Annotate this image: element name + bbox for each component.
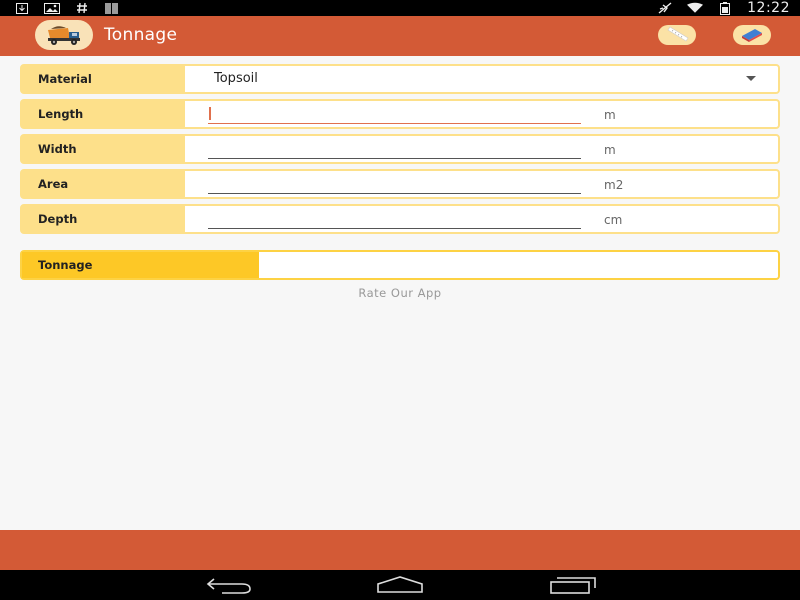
width-unit: m	[604, 143, 616, 157]
dropdown-arrow-icon	[746, 76, 756, 81]
calculator-form: Material Topsoil Length m Width m Area m…	[20, 64, 780, 285]
navigation-bar	[0, 570, 800, 600]
tonnage-label: Tonnage	[22, 252, 259, 278]
width-input[interactable]	[208, 141, 581, 159]
recent-apps-icon[interactable]	[549, 576, 597, 594]
area-unit: m2	[604, 178, 624, 192]
rate-app-link[interactable]: Rate Our App	[0, 286, 800, 300]
hash-icon	[74, 2, 90, 14]
back-icon[interactable]	[206, 576, 252, 594]
material-value: Topsoil	[214, 71, 258, 86]
text-cursor	[209, 107, 211, 120]
download-icon	[14, 2, 30, 14]
home-icon[interactable]	[376, 576, 424, 594]
dump-truck-icon	[35, 20, 93, 50]
depth-row: Depth cm	[20, 204, 780, 234]
status-time: 12:22	[747, 0, 790, 16]
barcode-icon	[104, 2, 120, 14]
eraser-icon[interactable]	[733, 25, 771, 45]
length-row: Length m	[20, 99, 780, 129]
bottom-bar	[0, 530, 800, 570]
length-label: Length	[22, 101, 185, 127]
depth-input[interactable]	[208, 211, 581, 229]
area-label: Area	[22, 171, 185, 197]
width-label: Width	[22, 136, 185, 162]
material-select[interactable]: Topsoil	[185, 66, 778, 92]
length-unit: m	[604, 108, 616, 122]
ruler-icon[interactable]	[658, 25, 696, 45]
image-icon	[44, 2, 60, 14]
tonnage-row: Tonnage	[20, 250, 780, 280]
material-label: Material	[22, 66, 185, 92]
area-row: Area m2	[20, 169, 780, 199]
width-row: Width m	[20, 134, 780, 164]
status-bar: 12:22	[0, 0, 800, 16]
app-bar: Tonnage	[0, 16, 800, 56]
depth-unit: cm	[604, 213, 623, 227]
area-input[interactable]	[208, 176, 581, 194]
battery-icon	[717, 1, 733, 15]
depth-label: Depth	[22, 206, 185, 232]
airplane-icon	[657, 2, 673, 14]
wifi-icon	[687, 2, 704, 14]
app-title: Tonnage	[104, 25, 178, 45]
material-row: Material Topsoil	[20, 64, 780, 94]
length-input[interactable]	[208, 106, 581, 124]
